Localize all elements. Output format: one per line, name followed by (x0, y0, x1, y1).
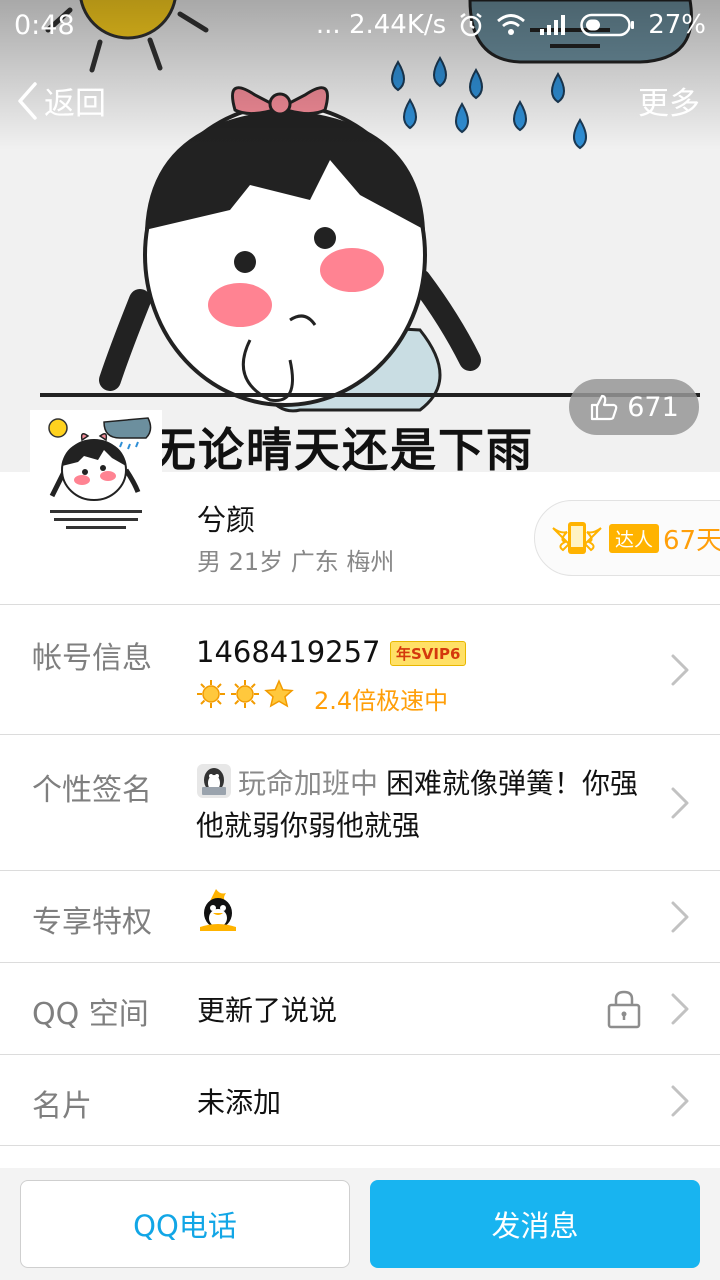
business-card-value: 未添加 (197, 1086, 282, 1119)
profile-section: 兮颜 男 21岁 广东 梅州 达人 67天 (0, 410, 720, 605)
winged-phone-icon (552, 522, 602, 554)
svip-badge: 年SVIP6 (390, 641, 467, 666)
profile-meta: 男 21岁 广东 梅州 (197, 548, 395, 576)
status-bar: 0:48 ... 2.44K/s 27% (0, 0, 720, 50)
battery-percent: 27% (648, 10, 706, 40)
chevron-left-icon (18, 81, 37, 120)
speed-status: 2.4倍极速中 (314, 687, 449, 715)
lock-icon (607, 990, 641, 1029)
daren-tag: 达人 (609, 523, 660, 553)
wifi-icon (497, 14, 526, 35)
nav-bar: 返回 更多 (0, 72, 720, 132)
sun-level-icon (231, 680, 259, 708)
business-card-row[interactable]: 名片 未添加 (0, 1054, 720, 1146)
info-list: 帐号信息 1468419257 年SVIP6 2.4倍极速中 个性签名 玩命加班… (0, 604, 720, 1146)
back-label: 返回 (44, 86, 106, 122)
chevron-right-icon (671, 787, 689, 819)
battery-icon (580, 13, 635, 37)
like-count: 671 (627, 391, 679, 423)
cover-caption: 无论晴天还是下雨 (150, 423, 534, 472)
thumbs-up-icon (591, 394, 618, 421)
like-button[interactable]: 671 (569, 379, 699, 435)
network-speed: ... 2.44K/s (315, 10, 447, 40)
signature-row[interactable]: 个性签名 玩命加班中 困难就像弹簧！你强他就弱你弱他就强 (0, 734, 720, 870)
send-message-button[interactable]: 发消息 (370, 1180, 700, 1268)
signal-icon (540, 15, 566, 35)
privilege-row[interactable]: 专享特权 (0, 870, 720, 962)
back-button[interactable]: 返回 (16, 78, 106, 123)
chevron-right-icon (671, 654, 689, 686)
chevron-right-icon (671, 1085, 689, 1117)
daren-badge[interactable]: 达人 67天 (534, 500, 720, 576)
chevron-right-icon (671, 993, 689, 1025)
nickname: 兮颜 (197, 503, 256, 537)
daren-days: 67天 (663, 525, 720, 556)
privilege-label: 专享特权 (32, 905, 152, 940)
working-penguin-icon (197, 764, 231, 798)
bottom-action-bar: QQ电话 发消息 (0, 1168, 720, 1280)
qzone-label: QQ 空间 (32, 997, 149, 1032)
signature-label: 个性签名 (32, 773, 152, 808)
chevron-right-icon (671, 901, 689, 933)
avatar-image (30, 410, 162, 542)
business-card-label: 名片 (32, 1089, 92, 1124)
status-time: 0:48 (14, 9, 75, 41)
account-info-row[interactable]: 帐号信息 1468419257 年SVIP6 2.4倍极速中 (0, 604, 720, 734)
avatar[interactable] (30, 410, 162, 542)
qzone-value: 更新了说说 (197, 994, 338, 1027)
qq-call-button[interactable]: QQ电话 (20, 1180, 350, 1268)
level-icons (196, 679, 294, 709)
signature-status: 玩命加班中 (238, 767, 379, 800)
signature-content: 玩命加班中 困难就像弹簧！你强他就弱你弱他就强 (196, 763, 666, 847)
qq-number: 1468419257 (196, 635, 381, 669)
alarm-icon (460, 13, 482, 37)
star-level-icon (264, 679, 294, 708)
account-info-label: 帐号信息 (32, 641, 152, 676)
sun-level-icon (197, 680, 225, 708)
qzone-row[interactable]: QQ 空间 更新了说说 (0, 962, 720, 1054)
qq-penguin-icon (200, 889, 236, 931)
more-button[interactable]: 更多 (638, 78, 700, 123)
